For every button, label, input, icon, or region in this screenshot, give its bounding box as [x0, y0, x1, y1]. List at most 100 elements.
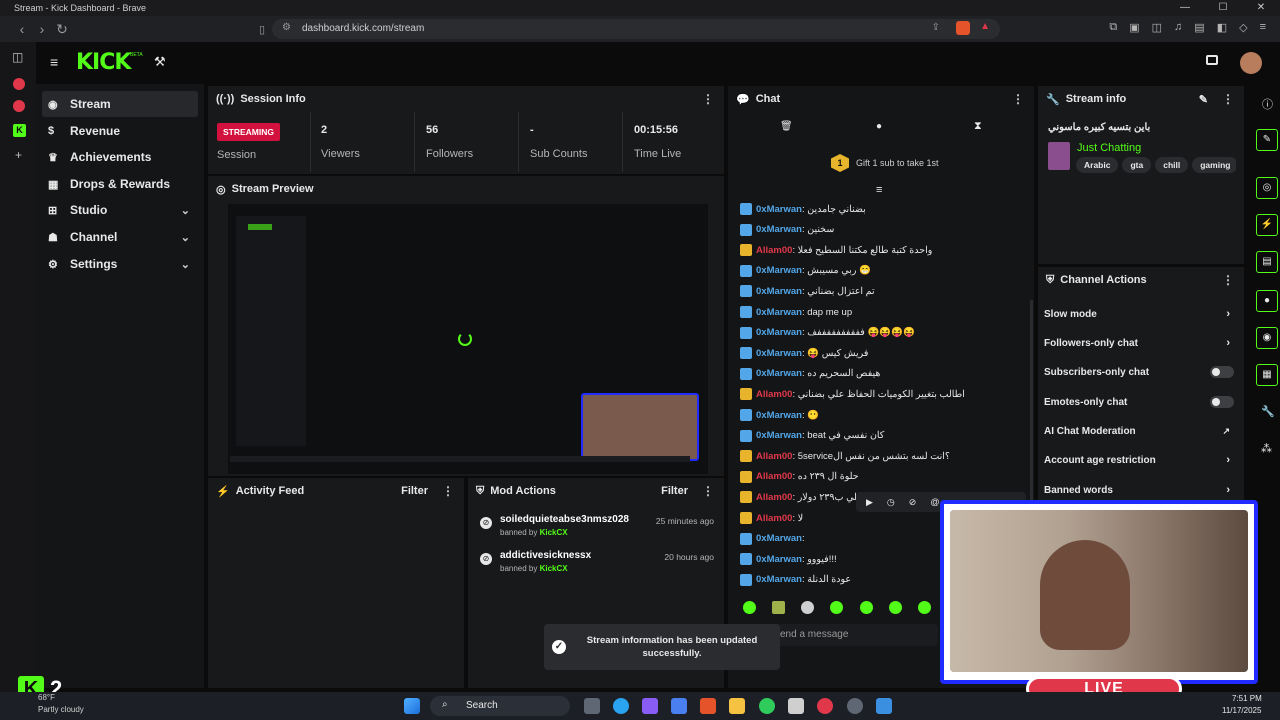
- trash-icon[interactable]: 🗑: [780, 121, 793, 132]
- chat-username[interactable]: 0xMarwan: [756, 224, 802, 235]
- notepad-icon[interactable]: [876, 698, 892, 714]
- banned-words-row[interactable]: Banned words ›: [1044, 479, 1234, 501]
- chat-tool-icon[interactable]: ●: [1256, 290, 1278, 312]
- chat-username[interactable]: 0xMarwan: [756, 286, 802, 297]
- back-icon[interactable]: ‹: [12, 21, 32, 37]
- edge-icon[interactable]: [613, 698, 629, 714]
- chat-username[interactable]: 0xMarwan: [756, 533, 802, 544]
- obs-icon[interactable]: [847, 698, 863, 714]
- creator-tools-icon[interactable]: ⚒: [154, 54, 166, 70]
- extensions-icon[interactable]: ⧉: [1109, 21, 1117, 34]
- task-view-icon[interactable]: [584, 698, 600, 714]
- whatsapp-icon[interactable]: [759, 698, 775, 714]
- emote-icon[interactable]: [918, 601, 931, 614]
- chat-username[interactable]: 0xMarwan: [756, 307, 802, 318]
- emote-icon[interactable]: [830, 601, 843, 614]
- menu-icon[interactable]: ≡: [1260, 21, 1266, 34]
- chrome-icon[interactable]: [817, 698, 833, 714]
- vpn-icon[interactable]: ◇: [1239, 21, 1247, 34]
- add-panel-icon[interactable]: +: [15, 148, 22, 162]
- sidebar-toggle-icon[interactable]: ◫: [1152, 21, 1162, 34]
- share-icon[interactable]: ⇪: [932, 22, 940, 33]
- clock-time[interactable]: 7:51 PM: [1232, 694, 1262, 703]
- emote-icon[interactable]: [860, 601, 873, 614]
- more-options-icon[interactable]: ⋮: [442, 484, 454, 498]
- subscribers-only-toggle[interactable]: [1210, 366, 1234, 378]
- emotes-only-toggle[interactable]: [1210, 396, 1234, 408]
- chat-message[interactable]: 0xMarwan: 😝 فريش كيس: [740, 344, 868, 362]
- ai-moderation-row[interactable]: AI Chat Moderation ↗: [1044, 420, 1234, 442]
- screenshot-icon[interactable]: ▣: [1129, 21, 1139, 34]
- chat-username[interactable]: 0xMarwan: [756, 554, 802, 565]
- more-options-icon[interactable]: ⋮: [1012, 92, 1024, 106]
- category-link[interactable]: Just Chatting: [1077, 142, 1141, 154]
- clock-date[interactable]: 11/17/2025: [1222, 706, 1261, 715]
- wallet-icon[interactable]: ◧: [1217, 21, 1227, 34]
- panel-toggle-icon[interactable]: ◫: [12, 50, 23, 64]
- followers-only-row[interactable]: Followers-only chat ›: [1044, 332, 1234, 354]
- broadcast-tool-icon[interactable]: ◉: [1256, 327, 1278, 349]
- chat-username[interactable]: 0xMarwan: [756, 410, 802, 421]
- chat-message[interactable]: Allam00: واحدة كتبة طالع مكتنا السطيح فع…: [740, 241, 932, 259]
- info-icon[interactable]: ⓘ: [1262, 96, 1273, 112]
- tag-chip[interactable]: chill: [1155, 157, 1189, 173]
- more-options-icon[interactable]: ⋮: [702, 484, 714, 498]
- chat-message[interactable]: 0xMarwan:: [740, 530, 805, 548]
- gift-sub-prompt[interactable]: Gift 1 sub to take 1st: [856, 158, 939, 168]
- filter-icon[interactable]: ≡: [876, 184, 882, 196]
- sidebar-item-channel[interactable]: ☗ Channel ⌄: [42, 224, 198, 250]
- chat-message[interactable]: 0xMarwan: هيفص السحريم ده: [740, 365, 880, 383]
- sidebar-item-drops-rewards[interactable]: ▦ Drops & Rewards: [42, 171, 198, 197]
- kick-logo[interactable]: KICK: [76, 50, 131, 75]
- more-options-icon[interactable]: ⋮: [1222, 92, 1234, 106]
- sidebar-item-studio[interactable]: ⊞ Studio ⌄: [42, 197, 198, 223]
- emote-icon[interactable]: [772, 601, 785, 614]
- sidebar-item-revenue[interactable]: $ Revenue: [42, 118, 198, 144]
- chat-message[interactable]: Allam00: لا: [740, 509, 803, 527]
- chat-username[interactable]: Allam00: [756, 451, 792, 462]
- chat-username[interactable]: Allam00: [756, 492, 792, 503]
- pinned-tab-icon[interactable]: [13, 78, 25, 90]
- moderator-name[interactable]: KickCX: [540, 528, 568, 537]
- chat-username[interactable]: Allam00: [756, 245, 792, 256]
- chat-message[interactable]: Allam00: اطالب بتغيير الكوميات الحفاظ عل…: [740, 385, 965, 403]
- chat-username[interactable]: 0xMarwan: [756, 204, 802, 215]
- tag-chip[interactable]: Arabic: [1076, 157, 1119, 173]
- mod-filter-button[interactable]: Filter: [661, 485, 688, 497]
- taskbar-search[interactable]: ⌕ Search: [430, 696, 570, 716]
- file-explorer-icon[interactable]: [729, 698, 745, 714]
- chat-username[interactable]: Allam00: [756, 513, 792, 524]
- hourglass-icon[interactable]: ⧗: [974, 120, 982, 133]
- split-view-icon[interactable]: ▤: [1194, 21, 1204, 34]
- chat-username[interactable]: 0xMarwan: [756, 327, 802, 338]
- chat-message[interactable]: 0xMarwan: بضناني جامدين: [740, 200, 866, 218]
- chat-message[interactable]: Allam00: حلوة ال ٢٣٩ ده: [740, 468, 859, 486]
- clock-icon[interactable]: ◷: [887, 497, 895, 508]
- close-window-button[interactable]: ✕: [1242, 0, 1280, 16]
- hamburger-menu-icon[interactable]: ≡: [50, 54, 58, 70]
- display-icon[interactable]: [1206, 55, 1218, 65]
- brave-shields-icon[interactable]: [956, 21, 970, 35]
- copilot-icon[interactable]: [642, 698, 658, 714]
- brave-rewards-icon[interactable]: ▲: [980, 21, 990, 32]
- chat-username[interactable]: 0xMarwan: [756, 430, 802, 441]
- bookmark-icon[interactable]: ▯: [252, 23, 272, 36]
- chat-message[interactable]: 0xMarwan: beat كان نفسي في: [740, 427, 884, 445]
- chat-message[interactable]: Allam00: اللي ب٢٣٩ دولار: [740, 488, 863, 506]
- pinned-tab-icon[interactable]: [13, 100, 25, 112]
- chat-username[interactable]: 0xMarwan: [756, 348, 802, 359]
- chat-message[interactable]: Allam00: 5service؟انت لسه بتشس من نفس ال: [740, 447, 950, 465]
- chat-message[interactable]: 0xMarwan: ففففففففففف 😝😝😝😝: [740, 324, 915, 342]
- mute-icon[interactable]: ⊘: [909, 497, 917, 508]
- moderator-name[interactable]: KickCX: [540, 564, 568, 573]
- wrench-tool-icon[interactable]: 🔧: [1261, 405, 1275, 418]
- kick-tab-icon[interactable]: K: [13, 124, 26, 137]
- tag-chip[interactable]: gta: [1122, 157, 1152, 173]
- layout-tool-icon[interactable]: ▦: [1256, 364, 1278, 386]
- apps-tool-icon[interactable]: ⁂: [1261, 442, 1272, 455]
- chat-message[interactable]: 0xMarwan: تم اعتزال بضناني: [740, 282, 875, 300]
- emote-icon[interactable]: [743, 601, 756, 614]
- more-options-icon[interactable]: ⋮: [1222, 273, 1234, 287]
- sidebar-item-stream[interactable]: ◉ Stream: [42, 91, 198, 117]
- page-tool-icon[interactable]: ▤: [1256, 251, 1278, 273]
